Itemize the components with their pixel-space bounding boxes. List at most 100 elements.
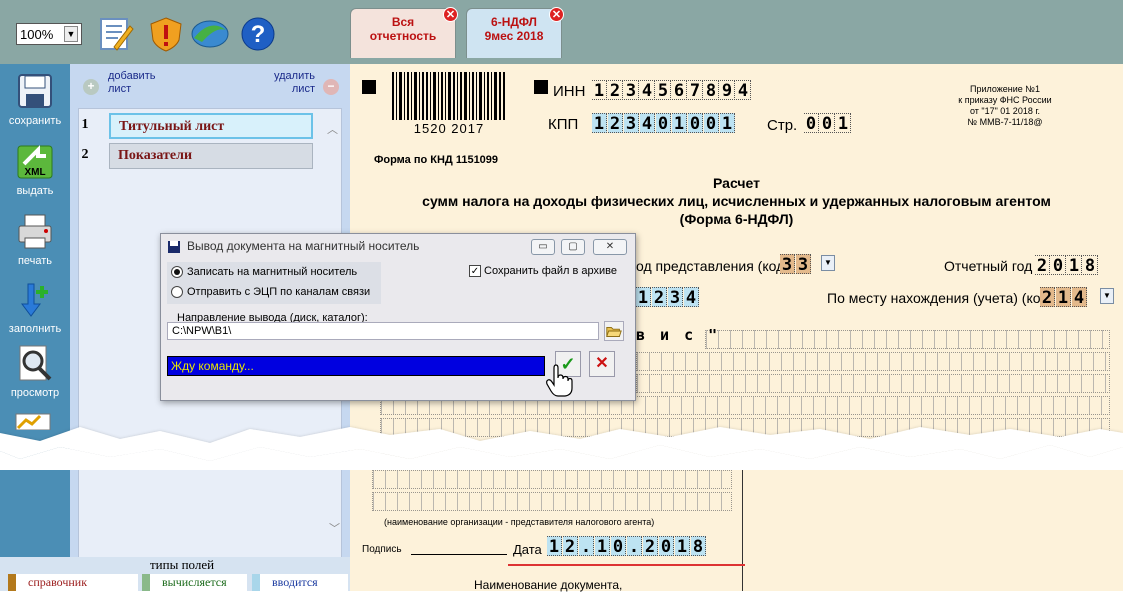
tax-code-cell[interactable]: 4 <box>684 287 699 308</box>
inn-field[interactable]: 1234567894 <box>592 80 752 101</box>
zoom-select[interactable]: 100% ▼ <box>16 23 82 45</box>
organization-name-field[interactable] <box>636 374 1110 393</box>
inn-digit-cell[interactable]: 9 <box>720 80 735 101</box>
page-digit-cell[interactable]: 1 <box>836 113 851 134</box>
close-button[interactable]: ✕ <box>593 239 627 255</box>
tax-code-field[interactable]: 1234 <box>636 287 700 308</box>
remove-sheet-button[interactable]: удалить лист − <box>255 70 345 104</box>
edit-form-icon[interactable] <box>98 16 134 52</box>
minimize-button[interactable]: ▭ <box>531 239 555 255</box>
path-input[interactable]: C:\NPW\B1\ <box>167 322 599 340</box>
browse-folder-button[interactable] <box>604 321 624 341</box>
kpp-digit-cell[interactable]: 0 <box>656 113 671 134</box>
appendix-line: к приказу ФНС России <box>958 95 1052 105</box>
inn-digit-cell[interactable]: 2 <box>608 80 623 101</box>
kpp-digit-cell[interactable]: 1 <box>592 113 607 134</box>
signature-line[interactable] <box>411 554 507 555</box>
date-digit-cell[interactable]: 1 <box>595 536 610 557</box>
inn-digit-cell[interactable]: 4 <box>640 80 655 101</box>
inn-digit-cell[interactable]: 4 <box>736 80 751 101</box>
date-digit-cell[interactable]: 2 <box>563 536 578 557</box>
location-code-cell[interactable]: 2 <box>1040 287 1055 308</box>
print-button[interactable]: печать <box>0 212 70 267</box>
date-field[interactable]: 12.10.2018 <box>547 536 707 557</box>
page-field[interactable]: 001 <box>804 113 852 134</box>
chevron-down-icon[interactable]: ﹀ <box>329 520 340 536</box>
date-label: Дата <box>513 542 542 557</box>
period-code-cell[interactable]: 3 <box>796 254 811 275</box>
year-digit-cell[interactable]: 0 <box>1051 255 1066 276</box>
cancel-button[interactable]: ✕ <box>589 351 615 377</box>
fill-button[interactable]: заполнить <box>0 280 70 335</box>
organization-name-field[interactable] <box>705 330 1110 349</box>
help-icon[interactable]: ? <box>240 16 276 52</box>
corner-marker <box>534 80 548 94</box>
tax-code-cell[interactable]: 3 <box>668 287 683 308</box>
period-field[interactable]: 33 <box>780 254 812 275</box>
kpp-digit-cell[interactable]: 3 <box>624 113 639 134</box>
dialog-titlebar[interactable]: Вывод документа на магнитный носитель ▭ … <box>161 234 635 260</box>
close-icon[interactable]: ✕ <box>549 7 564 22</box>
page-digit-cell[interactable]: 0 <box>804 113 819 134</box>
chevron-up-icon[interactable]: ︿ <box>327 121 338 137</box>
date-digit-cell[interactable]: 1 <box>547 536 562 557</box>
legend-computed: вычисляется <box>142 574 247 591</box>
add-sheet-button[interactable]: + добавить лист <box>80 70 190 104</box>
sheet-item-indicators[interactable]: Показатели <box>109 143 313 169</box>
sheet-item-title[interactable]: Титульный лист <box>109 113 313 139</box>
representative-name-field[interactable] <box>372 470 732 489</box>
location-code-cell[interactable]: 4 <box>1072 287 1087 308</box>
tab-all-reports[interactable]: Вся отчетность ✕ <box>350 7 458 58</box>
inn-digit-cell[interactable]: 5 <box>656 80 671 101</box>
option-send-ecp[interactable]: Отправить с ЭЦП по каналам связи <box>171 286 370 298</box>
date-digit-cell[interactable]: 0 <box>611 536 626 557</box>
kpp-digit-cell[interactable]: 1 <box>672 113 687 134</box>
chevron-down-icon[interactable]: ▼ <box>1100 288 1114 304</box>
remove-sheet-line1: удалить <box>273 70 315 82</box>
preview-button[interactable]: просмотр <box>0 344 70 399</box>
archive-checkbox[interactable]: ✓ Сохранить файл в архиве <box>469 265 617 277</box>
representative-name-field[interactable] <box>372 492 732 511</box>
kpp-digit-cell[interactable]: 4 <box>640 113 655 134</box>
date-digit-cell[interactable]: . <box>627 536 642 557</box>
organization-name-field[interactable] <box>636 352 1110 371</box>
option-write-disk[interactable]: Записать на магнитный носитель <box>171 266 357 278</box>
database-sync-icon[interactable] <box>190 16 230 52</box>
inn-digit-cell[interactable]: 1 <box>592 80 607 101</box>
kpp-digit-cell[interactable]: 2 <box>608 113 623 134</box>
kpp-digit-cell[interactable]: 1 <box>720 113 735 134</box>
date-underline <box>508 564 745 566</box>
save-button[interactable]: сохранить <box>0 72 70 127</box>
inn-digit-cell[interactable]: 3 <box>624 80 639 101</box>
date-digit-cell[interactable]: 8 <box>691 536 706 557</box>
location-label: По месту нахождения (учета) (код) <box>827 290 1054 306</box>
close-icon[interactable]: ✕ <box>443 7 458 22</box>
page-digit-cell[interactable]: 0 <box>820 113 835 134</box>
export-xml-button[interactable]: XML выдать <box>0 142 70 197</box>
kpp-digit-cell[interactable]: 0 <box>704 113 719 134</box>
inn-digit-cell[interactable]: 8 <box>704 80 719 101</box>
tax-code-cell[interactable]: 1 <box>636 287 651 308</box>
kpp-field[interactable]: 123401001 <box>592 113 736 134</box>
date-digit-cell[interactable]: 2 <box>643 536 658 557</box>
location-code-cell[interactable]: 1 <box>1056 287 1071 308</box>
year-digit-cell[interactable]: 2 <box>1035 255 1050 276</box>
chevron-down-icon[interactable]: ▼ <box>821 255 835 271</box>
date-digit-cell[interactable]: 0 <box>659 536 674 557</box>
tab-6ndfl[interactable]: 6-НДФЛ 9мес 2018 ✕ <box>466 7 564 58</box>
location-field[interactable]: 214 <box>1040 287 1088 308</box>
period-code-cell[interactable]: 3 <box>780 254 795 275</box>
kpp-digit-cell[interactable]: 0 <box>688 113 703 134</box>
year-digit-cell[interactable]: 1 <box>1067 255 1082 276</box>
appendix-line: от "17" 01 2018 г. <box>969 106 1041 116</box>
year-digit-cell[interactable]: 8 <box>1083 255 1098 276</box>
date-digit-cell[interactable]: . <box>579 536 594 557</box>
date-digit-cell[interactable]: 1 <box>675 536 690 557</box>
tax-code-cell[interactable]: 2 <box>652 287 667 308</box>
inn-digit-cell[interactable]: 7 <box>688 80 703 101</box>
inn-digit-cell[interactable]: 6 <box>672 80 687 101</box>
xml-icon-text: XML <box>24 167 45 178</box>
year-field[interactable]: 2018 <box>1035 255 1099 276</box>
maximize-button[interactable]: ▢ <box>561 239 585 255</box>
shield-warning-icon[interactable] <box>148 16 184 52</box>
